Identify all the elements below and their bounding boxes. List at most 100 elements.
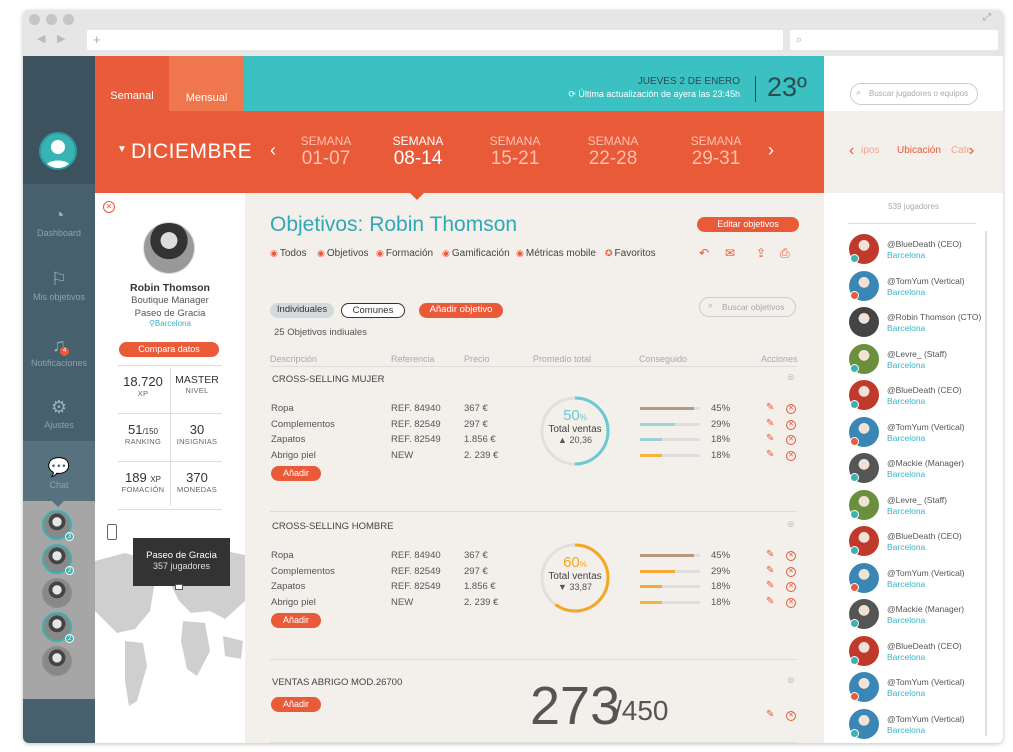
compare-data-button[interactable]: Compara datos — [119, 342, 219, 357]
prev-week-arrow-icon[interactable]: ‹ — [270, 140, 276, 161]
remove-icon[interactable]: ✕ — [786, 450, 796, 461]
objective-search-input[interactable]: Buscar objetivos — [699, 297, 796, 317]
player-city[interactable]: Barcelona — [887, 725, 925, 735]
map-marker-icon[interactable] — [175, 584, 183, 590]
reply-icon[interactable]: ↶ — [699, 246, 709, 260]
player-item[interactable]: @Mackie (Manager) Barcelona — [849, 453, 979, 487]
edit-pencil-icon[interactable]: ✎ — [766, 580, 774, 591]
next-week-arrow-icon[interactable]: › — [768, 140, 774, 161]
player-item[interactable]: @Mackie (Manager) Barcelona — [849, 599, 979, 633]
tab-equipos[interactable]: ipos — [861, 145, 879, 156]
player-item[interactable]: @BlueDeath (CEO) Barcelona — [849, 526, 979, 560]
chip-common[interactable]: Comunes — [341, 303, 405, 318]
filter-mobile-metrics[interactable]: ◉ Métricas mobile — [516, 248, 596, 259]
chip-individual[interactable]: Individuales — [270, 303, 334, 318]
remove-icon[interactable]: ✕ — [786, 551, 796, 561]
player-city[interactable]: Barcelona — [887, 615, 925, 625]
edit-pencil-icon[interactable]: ✎ — [766, 709, 774, 720]
player-item[interactable]: @Levre_ (Staff) Barcelona — [849, 489, 979, 524]
tab-weekly[interactable]: Semanal — [95, 56, 169, 111]
player-city[interactable]: Barcelona — [887, 360, 925, 370]
add-button[interactable]: Añadir — [271, 466, 321, 481]
week-item[interactable]: SEMANA 29-31 — [676, 134, 756, 170]
player-item[interactable]: @BlueDeath (CEO) Barcelona — [849, 380, 979, 414]
mail-icon[interactable]: ✉ — [725, 246, 735, 260]
add-button[interactable]: Añadir — [271, 613, 321, 628]
remove-icon[interactable]: ✕ — [786, 582, 796, 592]
mobile-icon[interactable] — [107, 524, 117, 540]
refresh-icon[interactable]: ⟳ — [568, 89, 578, 99]
url-bar[interactable]: + — [87, 30, 783, 50]
player-item[interactable]: @Robin Thomson (CTO) Barcelona — [849, 307, 981, 341]
edit-pencil-icon[interactable]: ✎ — [766, 449, 774, 460]
trash-icon[interactable]: ⊜ — [787, 372, 795, 383]
close-icon[interactable]: ✕ — [103, 201, 115, 213]
tab-ubicacion[interactable]: Ubicación — [897, 145, 941, 156]
edit-pencil-icon[interactable]: ✎ — [766, 596, 774, 607]
fullscreen-icon[interactable]: ⤢ — [983, 12, 991, 23]
player-item[interactable]: @BlueDeath (CEO) Barcelona — [849, 635, 979, 670]
sidebar-item-dashboard[interactable]: ◔ Dashboard — [23, 204, 95, 238]
player-city[interactable]: Barcelona — [887, 688, 925, 698]
window-minimize-dot[interactable] — [46, 14, 57, 25]
remove-icon[interactable]: ✕ — [786, 435, 796, 445]
share-icon[interactable]: ⇪ — [756, 246, 766, 260]
caret-down-icon[interactable]: ▼ — [117, 144, 127, 155]
players-scrollbar[interactable] — [985, 231, 987, 736]
filter-gamification[interactable]: ◉ Gamificación — [442, 248, 510, 259]
player-city[interactable]: Barcelona — [887, 579, 925, 589]
edit-objectives-button[interactable]: Editar objetivos — [697, 217, 799, 232]
edit-pencil-icon[interactable]: ✎ — [766, 565, 774, 576]
player-search-input[interactable]: Buscar jugadores o equipos — [850, 83, 978, 105]
remove-icon[interactable]: ✕ — [786, 597, 796, 608]
sidebar-item-chat[interactable]: 💬 Chat — [23, 456, 95, 490]
edit-pencil-icon[interactable]: ✎ — [766, 418, 774, 429]
browser-search-bar[interactable]: ⌕ — [790, 30, 998, 50]
player-item[interactable]: @TomYum (Vertical) Barcelona — [849, 270, 979, 305]
player-item[interactable]: @TomYum (Vertical) Barcelona — [849, 708, 979, 743]
player-city[interactable]: Barcelona — [887, 396, 925, 406]
chat-avatar[interactable] — [42, 646, 72, 676]
player-city[interactable]: Barcelona — [887, 469, 925, 479]
edit-pencil-icon[interactable]: ✎ — [766, 402, 774, 413]
sidebar-item-settings[interactable]: ⚙ Ajustes — [23, 396, 95, 430]
player-item[interactable]: @Levre_ (Staff) Barcelona — [849, 343, 979, 378]
edit-pencil-icon[interactable]: ✎ — [766, 433, 774, 444]
player-item[interactable]: @TomYum (Vertical) Barcelona — [849, 562, 979, 597]
remove-icon[interactable]: ✕ — [786, 566, 796, 577]
filter-objectives[interactable]: ◉ Objetivos — [317, 248, 369, 259]
player-item[interactable]: @TomYum (Vertical) Barcelona — [849, 416, 979, 451]
remove-icon[interactable]: ✕ — [786, 711, 796, 721]
edit-pencil-icon[interactable]: ✎ — [766, 549, 774, 560]
player-city[interactable]: Barcelona — [887, 287, 925, 297]
week-item-active[interactable]: SEMANA 08-14 — [378, 134, 458, 170]
player-city[interactable]: Barcelona — [887, 250, 925, 260]
filter-training[interactable]: ◉ Formación — [376, 248, 433, 259]
print-icon[interactable]: ⎙ — [780, 246, 790, 261]
trash-icon[interactable]: ⊜ — [787, 519, 795, 530]
trash-icon[interactable]: ⊜ — [787, 675, 795, 686]
player-item[interactable]: @TomYum (Vertical) Barcelona — [849, 672, 979, 706]
add-objective-button[interactable]: Añadir objetivo — [419, 303, 503, 318]
add-button[interactable]: Añadir — [271, 697, 321, 712]
chevron-right-icon[interactable]: › — [969, 142, 974, 160]
remove-icon[interactable]: ✕ — [786, 404, 796, 414]
remove-icon[interactable]: ✕ — [786, 419, 796, 430]
week-item[interactable]: SEMANA 15-21 — [475, 134, 555, 170]
week-item[interactable]: SEMANA 01-07 — [286, 134, 366, 170]
player-city[interactable]: Barcelona — [887, 433, 925, 443]
filter-favorites[interactable]: ✪ Favoritos — [605, 248, 656, 259]
tab-monthly[interactable]: Mensual — [169, 56, 244, 111]
player-city[interactable]: Barcelona — [887, 542, 925, 552]
player-city[interactable]: Barcelona — [887, 323, 925, 333]
window-maximize-dot[interactable] — [63, 14, 74, 25]
back-arrow-icon[interactable]: ◀ — [37, 32, 45, 45]
window-close-dot[interactable] — [29, 14, 40, 25]
player-city[interactable]: Barcelona — [887, 652, 925, 662]
user-avatar[interactable] — [39, 132, 77, 170]
player-item[interactable]: @BlueDeath (CEO) Barcelona — [849, 234, 979, 268]
week-item[interactable]: SEMANA 22-28 — [573, 134, 653, 170]
chevron-left-icon[interactable]: ‹ — [849, 142, 854, 160]
sidebar-item-notifications[interactable]: ♫ Notificaciones — [23, 334, 95, 368]
chat-avatar[interactable] — [42, 578, 72, 608]
